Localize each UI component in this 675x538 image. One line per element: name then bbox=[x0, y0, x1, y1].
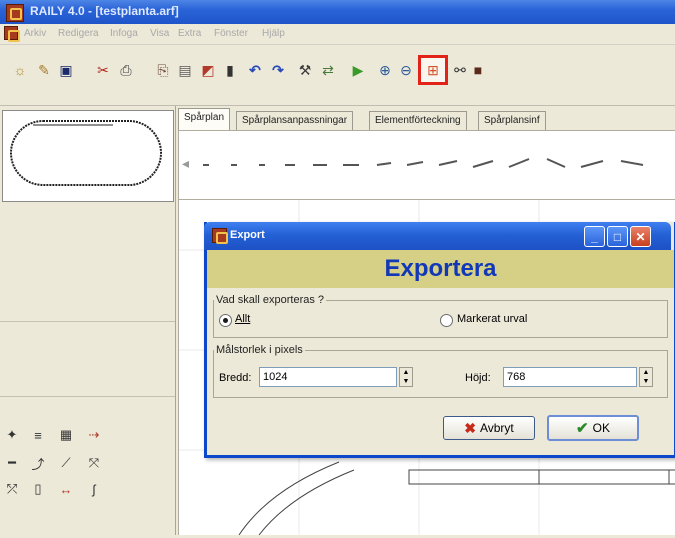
dialog-app-icon bbox=[212, 228, 228, 244]
redo-icon[interactable]: ↷ bbox=[268, 59, 288, 81]
tool-signal-icon[interactable]: ▯ bbox=[28, 480, 48, 498]
dialog-title-bar: Export _ □ ✕ bbox=[204, 222, 671, 250]
menu-fonster[interactable]: Fönster bbox=[214, 28, 248, 39]
scroll-left-icon[interactable]: ◂ bbox=[182, 155, 189, 172]
new-icon[interactable]: ☼ bbox=[10, 59, 30, 81]
zoom-out-icon[interactable]: ⊖ bbox=[396, 59, 416, 81]
copy-icon[interactable]: ⎘ bbox=[153, 59, 173, 81]
cancel-button[interactable]: ✖ Avbryt bbox=[443, 416, 535, 440]
menu-infoga[interactable]: Infoga bbox=[110, 28, 138, 39]
menu-arkiv[interactable]: Arkiv bbox=[24, 28, 46, 39]
play-icon[interactable]: ▶ bbox=[348, 59, 368, 81]
print-icon[interactable]: ⎙ bbox=[116, 59, 136, 81]
tool-lines-icon[interactable]: ≡ bbox=[28, 426, 48, 444]
menu-hjalp[interactable]: Hjälp bbox=[262, 28, 285, 39]
export-dialog: Export _ □ ✕ Exportera Vad skall exporte… bbox=[204, 222, 675, 458]
export-what-legend: Vad skall exporteras ? bbox=[216, 294, 325, 306]
document-icon[interactable] bbox=[4, 26, 20, 42]
tool-link-icon[interactable]: ↔ bbox=[56, 480, 76, 498]
preview-track-oval bbox=[10, 120, 162, 186]
radio-all[interactable] bbox=[219, 314, 232, 327]
tab-elementforteckning[interactable]: Elementförteckning bbox=[369, 111, 467, 130]
menu-redigera[interactable]: Redigera bbox=[58, 28, 99, 39]
window-title: RAILY 4.0 - [testplanta.arf] bbox=[30, 4, 179, 18]
track-palette: ◂ bbox=[178, 130, 675, 200]
menu-visa[interactable]: Visa bbox=[150, 28, 169, 39]
color-icon[interactable]: ■ bbox=[468, 59, 488, 81]
select-icon[interactable]: ◩ bbox=[198, 59, 218, 81]
tool-icon[interactable]: ⚒ bbox=[295, 59, 315, 81]
ok-button[interactable]: ✔ OK bbox=[547, 415, 639, 441]
tab-bar: Spårplan Spårplansanpassningar Elementfö… bbox=[178, 107, 675, 131]
save-icon[interactable]: ▣ bbox=[56, 59, 76, 81]
tool-s-icon[interactable]: ʃ bbox=[84, 480, 104, 498]
insert-icon[interactable]: ⇄ bbox=[318, 59, 338, 81]
menu-extra[interactable]: Extra bbox=[178, 28, 201, 39]
width-label: Bredd: bbox=[219, 372, 252, 384]
ok-check-icon: ✔ bbox=[576, 420, 589, 437]
tool-switch-icon[interactable]: ⟋ bbox=[56, 454, 76, 472]
menu-bar: Arkiv Redigera Infoga Visa Extra Fönster… bbox=[0, 24, 675, 45]
tool-wand-icon[interactable]: ✦ bbox=[2, 426, 22, 444]
tool-straight-icon[interactable]: ━ bbox=[2, 454, 22, 472]
tool-turnout-icon[interactable]: ⤱ bbox=[2, 480, 22, 498]
target-size-legend: Målstorlek i pixels bbox=[216, 344, 303, 356]
cut-icon[interactable]: ✂ bbox=[93, 59, 113, 81]
dialog-header: Exportera bbox=[207, 250, 674, 288]
height-input[interactable]: 768 bbox=[503, 367, 637, 387]
radio-selection-label[interactable]: Markerat urval bbox=[457, 313, 527, 325]
toolbar: ☼ ✎ ▣ ✂ ⎙ ⎘ ▤ ◩ ▮ ↶ ↷ ⚒ ⇄ ▶ ⊕ ⊖ ⊞ ⚯ ■ bbox=[0, 45, 675, 106]
tool-grid-icon[interactable]: ▦ bbox=[56, 426, 76, 444]
width-spinner[interactable]: ▲ ▼ bbox=[399, 367, 413, 387]
paste-icon[interactable]: ▤ bbox=[175, 59, 195, 81]
undo-icon[interactable]: ↶ bbox=[245, 59, 265, 81]
radio-all-label[interactable]: Allt bbox=[235, 313, 250, 325]
width-input[interactable]: 1024 bbox=[259, 367, 397, 387]
tool-curve-icon[interactable]: ⤴ bbox=[28, 454, 48, 472]
delete-icon[interactable]: ▮ bbox=[220, 59, 240, 81]
export-icon[interactable]: ⊞ bbox=[418, 55, 448, 85]
track-icon[interactable]: ⚯ bbox=[450, 59, 470, 81]
open-icon[interactable]: ✎ bbox=[34, 59, 54, 81]
tool-cross-icon[interactable]: ⤧ bbox=[84, 454, 104, 472]
tab-sparplansinf[interactable]: Spårplansinf bbox=[478, 111, 546, 130]
tab-sparplan[interactable]: Spårplan bbox=[178, 108, 231, 131]
radio-selection[interactable] bbox=[440, 314, 453, 327]
app-icon bbox=[6, 4, 24, 22]
tab-sparplansanpassningar[interactable]: Spårplansanpassningar bbox=[236, 111, 354, 130]
height-label: Höjd: bbox=[465, 372, 491, 384]
layout-preview[interactable] bbox=[2, 110, 174, 202]
maximize-icon[interactable]: □ bbox=[607, 226, 628, 247]
zoom-in-icon[interactable]: ⊕ bbox=[375, 59, 395, 81]
track-pieces[interactable] bbox=[193, 131, 675, 197]
minimize-icon[interactable]: _ bbox=[584, 226, 605, 247]
close-icon[interactable]: ✕ bbox=[630, 226, 651, 247]
title-bar: RAILY 4.0 - [testplanta.arf] bbox=[0, 0, 675, 24]
cancel-icon: ✖ bbox=[464, 419, 476, 436]
dialog-title: Export bbox=[230, 229, 265, 241]
tool-arrow-icon[interactable]: ⇢ bbox=[84, 426, 104, 444]
cancel-label: Avbryt bbox=[479, 421, 514, 435]
ok-label: OK bbox=[592, 421, 610, 435]
height-spinner[interactable]: ▲ ▼ bbox=[639, 367, 653, 387]
